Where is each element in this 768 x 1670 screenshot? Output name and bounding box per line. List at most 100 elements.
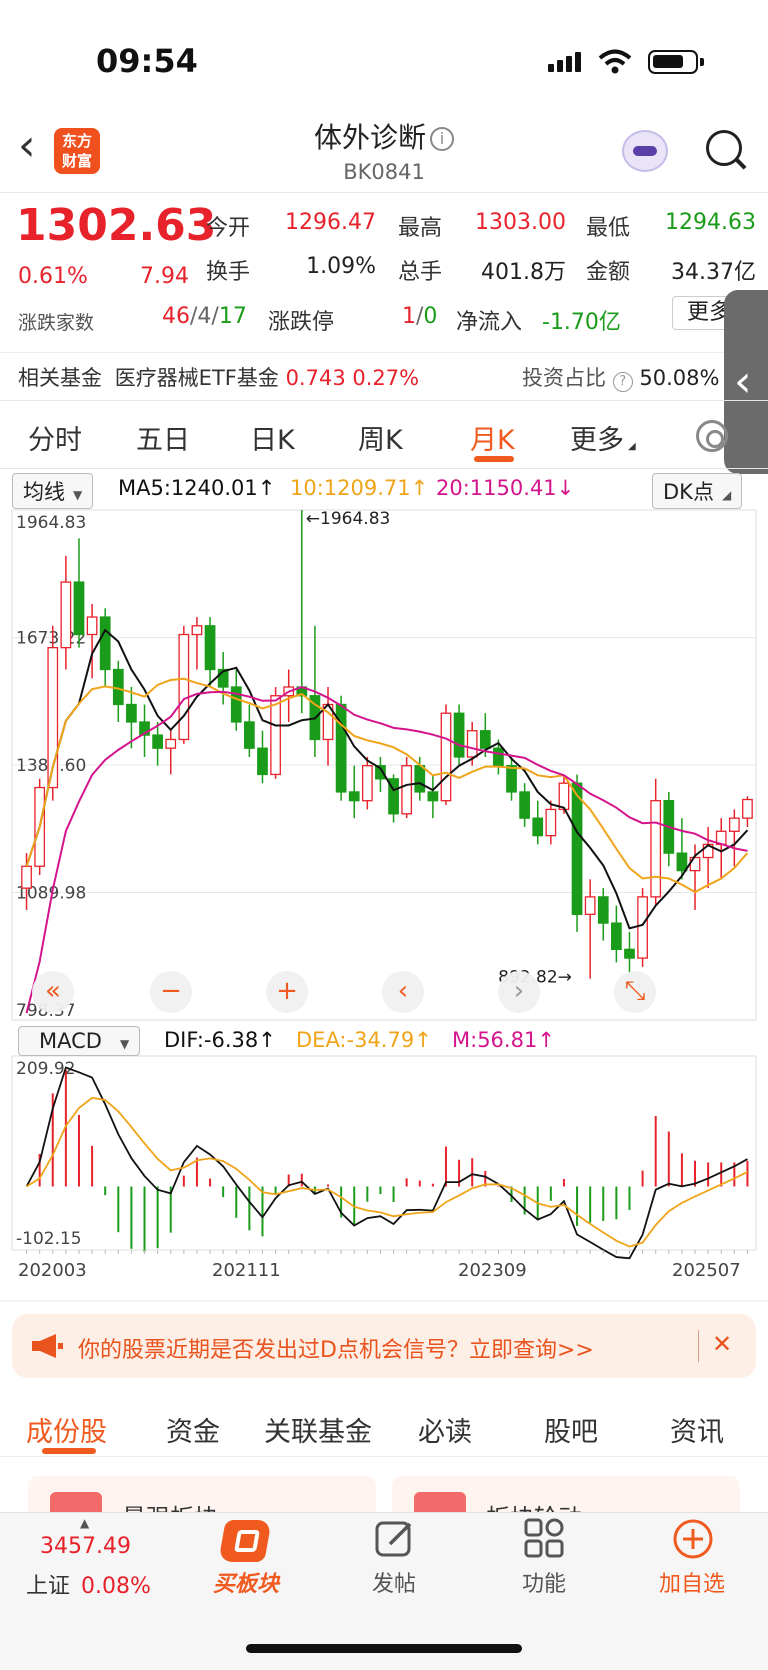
updown-label: 涨跌家数 [18, 312, 95, 334]
index-quote[interactable]: 上证 0.08% [26, 1568, 151, 1600]
fullscreen-icon[interactable]: ⤡ [614, 971, 656, 1013]
candle-body [361, 765, 373, 802]
candle-body [728, 817, 740, 832]
content-tab-5[interactable]: 资讯 [670, 1410, 724, 1449]
candle-body [152, 734, 163, 749]
candle-body [112, 668, 124, 706]
macd-y-bottom: -102.15 [16, 1229, 82, 1249]
content-tab-2[interactable]: 关联基金 [264, 1410, 372, 1449]
candle-body [21, 865, 32, 889]
candle-body [86, 616, 98, 636]
candle-body [191, 625, 203, 636]
x-axis-label: 202309 [458, 1260, 527, 1281]
change-pct: 0.61% [18, 264, 88, 289]
add-watchlist-icon[interactable] [672, 1518, 714, 1560]
candle-body [270, 695, 281, 776]
battery-tip [700, 58, 704, 66]
function-grid-icon[interactable] [524, 1518, 564, 1558]
active-tab-underline [42, 1448, 96, 1454]
dea-line [26, 1096, 748, 1248]
limit-label: 涨跌停 [268, 310, 335, 335]
scroll-left-icon[interactable]: « [32, 971, 74, 1013]
stat-label: 最低 [586, 216, 631, 241]
prev-icon[interactable]: ‹ [382, 971, 424, 1013]
candle-body [401, 765, 413, 815]
stat-value: 1294.63 [665, 210, 756, 235]
x-axis-label: 202003 [18, 1260, 87, 1281]
candle-body [624, 948, 635, 959]
tab-4[interactable]: 月K [470, 418, 515, 457]
add-watchlist-label[interactable]: 加自选 [642, 1566, 742, 1598]
divider [0, 468, 768, 469]
stat-value: 34.37亿 [671, 260, 756, 285]
stat-value: 401.8万 [481, 260, 566, 285]
search-icon[interactable] [706, 130, 742, 166]
content-tab-4[interactable]: 股吧 [544, 1410, 598, 1449]
candle-body [73, 581, 85, 636]
next-icon[interactable]: › [498, 971, 540, 1013]
candle-body [571, 782, 583, 916]
banner-text[interactable]: 你的股票近期是否发出过D点机会信号？立即查询>> [78, 1332, 594, 1364]
divider [0, 1300, 768, 1302]
candle-body [60, 581, 72, 649]
content-tab-0[interactable]: 成份股 [26, 1410, 107, 1449]
tab-0[interactable]: 分时 [28, 418, 82, 457]
side-collapse-tab[interactable]: ‹ [724, 290, 768, 474]
divider [0, 352, 768, 353]
board-rotation-card[interactable]: 板块轮动 [392, 1476, 740, 1516]
candle-body [611, 922, 622, 950]
kline-chart[interactable]: 1964.831673.221381.601089.98798.37←1964.… [0, 500, 768, 1300]
stat-label: 金额 [586, 260, 631, 285]
content-tab-1[interactable]: 资金 [166, 1410, 220, 1449]
dif-value: DIF:-6.38↑ [164, 1028, 276, 1052]
candle-body [99, 616, 111, 671]
zoom-out-icon[interactable]: − [150, 971, 192, 1013]
wifi-icon [598, 49, 632, 74]
index-value[interactable]: 3457.49 [40, 1534, 131, 1559]
candle-body [453, 712, 465, 758]
candle-body [479, 730, 491, 749]
buy-board-label[interactable]: 买板块 [196, 1566, 296, 1598]
candle-body [532, 817, 544, 837]
limit-counts: 1/0 [402, 304, 438, 329]
zoom-in-icon[interactable]: + [266, 971, 308, 1013]
macd-selector[interactable]: MACD ▼ [18, 1026, 141, 1056]
caret-up-icon: ▲ [80, 1516, 90, 1530]
banner-separator [698, 1330, 699, 1362]
strongest-board-card[interactable]: 最强板块 [28, 1476, 376, 1516]
ai-assistant-icon[interactable] [622, 130, 668, 172]
content-tab-3[interactable]: 必读 [418, 1410, 472, 1449]
candle-body [204, 625, 216, 671]
edit-post-icon[interactable] [374, 1518, 416, 1560]
buy-board-icon-mark [234, 1530, 260, 1552]
x-axis-label: 202111 [212, 1260, 281, 1281]
post-label[interactable]: 发帖 [344, 1566, 444, 1598]
tab-3[interactable]: 周K [358, 418, 403, 457]
m-value: M:56.81↑ [452, 1028, 555, 1052]
close-icon[interactable]: ✕ [712, 1330, 732, 1358]
settings-gear-icon[interactable] [696, 420, 728, 452]
candle-body [178, 633, 190, 741]
battery-icon [648, 50, 698, 74]
function-label[interactable]: 功能 [494, 1566, 594, 1598]
ma20-line [25, 685, 748, 1014]
y-axis-label: 1964.83 [16, 513, 86, 533]
help-icon: ? [612, 372, 633, 392]
tab-5[interactable]: 更多 ◢ [570, 418, 636, 457]
ma10-value: 10:1209.71↑ [290, 476, 429, 500]
tab-1[interactable]: 五日 [136, 418, 190, 457]
tab-2[interactable]: 日K [250, 418, 295, 457]
stat-value: 1.09% [306, 254, 376, 279]
candle-body [493, 747, 504, 767]
info-icon[interactable]: i [430, 127, 454, 151]
candle-body [650, 800, 662, 898]
divider [0, 400, 768, 401]
cellular-signal-icon [548, 52, 584, 72]
candle-body [519, 791, 530, 819]
dea-value: DEA:-34.79↑ [296, 1028, 432, 1052]
netflow-label: 净流入 [456, 310, 523, 335]
candle-body [637, 896, 648, 959]
candle-body [165, 738, 177, 749]
candle-body [427, 791, 439, 802]
related-fund[interactable]: 相关基金 医疗器械ETF基金 0.743 0.27% [18, 362, 419, 392]
